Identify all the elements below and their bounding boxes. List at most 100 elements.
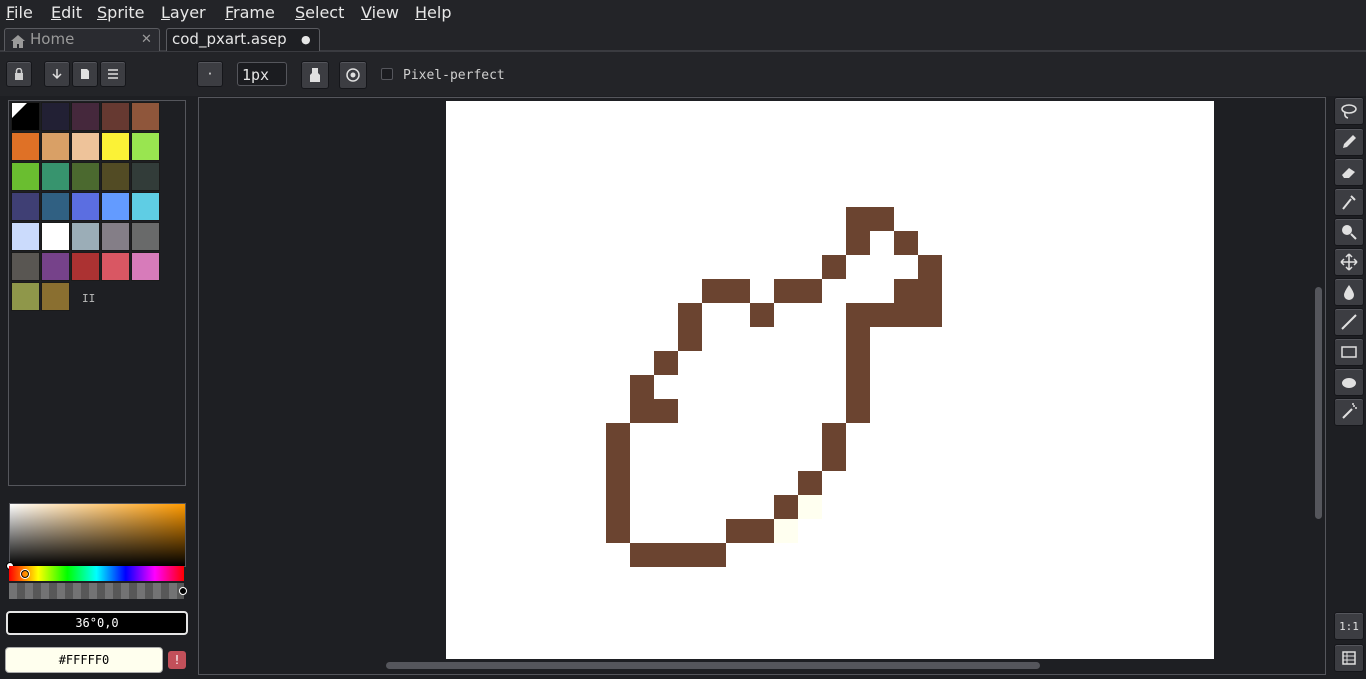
palette-swatch[interactable] bbox=[11, 102, 40, 131]
palette-swatch[interactable] bbox=[131, 192, 160, 221]
palette-swatch[interactable] bbox=[101, 162, 130, 191]
palette-swatch[interactable] bbox=[131, 162, 160, 191]
fill-icon[interactable] bbox=[1334, 278, 1364, 306]
sprite-pixel bbox=[654, 399, 678, 423]
palette-swatch[interactable] bbox=[41, 192, 70, 221]
menu-frame[interactable]: Frame bbox=[225, 3, 275, 22]
sprite-pixel bbox=[654, 543, 678, 567]
palette-swatch[interactable] bbox=[131, 222, 160, 251]
menu-select[interactable]: Select bbox=[295, 3, 344, 22]
sprite-pixel bbox=[846, 327, 870, 351]
sprite-pixel bbox=[630, 399, 654, 423]
palette-swatch[interactable] bbox=[11, 282, 40, 311]
sprite-pixel bbox=[918, 255, 942, 279]
palette-swatch[interactable] bbox=[101, 252, 130, 281]
hue-cursor[interactable] bbox=[20, 569, 30, 579]
sprite-pixel bbox=[894, 231, 918, 255]
palette-swatch[interactable] bbox=[41, 102, 70, 131]
ink-icon[interactable] bbox=[301, 61, 329, 89]
menu-file[interactable]: File bbox=[6, 3, 33, 22]
hsv-value-field[interactable]: 36°0,0 bbox=[6, 611, 188, 635]
warning-icon[interactable]: ! bbox=[168, 651, 186, 669]
home-icon bbox=[11, 33, 25, 54]
pixel-perfect-label: Pixel-perfect bbox=[403, 68, 505, 83]
menu-sprite[interactable]: Sprite bbox=[97, 3, 144, 22]
menu-layer[interactable]: Layer bbox=[161, 3, 206, 22]
tab-home-close-icon[interactable]: ✕ bbox=[141, 29, 152, 50]
spray-icon[interactable] bbox=[1334, 398, 1364, 426]
timeline-icon[interactable] bbox=[1334, 644, 1364, 672]
palette-swatch[interactable] bbox=[11, 252, 40, 281]
palette-swatch[interactable] bbox=[101, 102, 130, 131]
lock-icon[interactable] bbox=[6, 61, 32, 87]
blob-icon[interactable] bbox=[1334, 368, 1364, 396]
tab-cod-pxart[interactable]: cod_pxart.asep ● bbox=[166, 28, 320, 51]
sprite-pixel bbox=[846, 207, 870, 231]
sprite-pixel bbox=[606, 423, 630, 447]
sprite-canvas[interactable] bbox=[446, 101, 1214, 659]
palette-swatch[interactable] bbox=[71, 252, 100, 281]
palette-resize-handle[interactable]: II bbox=[82, 292, 95, 305]
palette-swatch[interactable] bbox=[41, 162, 70, 191]
sprite-pixel bbox=[774, 519, 798, 543]
brush-shape-button[interactable]: · bbox=[197, 61, 223, 87]
sprite-pixel bbox=[726, 519, 750, 543]
palette-swatch[interactable] bbox=[101, 192, 130, 221]
eyedropper-icon[interactable] bbox=[1334, 188, 1364, 216]
menu-lines-icon[interactable] bbox=[100, 61, 126, 87]
hue-slider[interactable] bbox=[9, 566, 184, 581]
palette-swatch[interactable] bbox=[41, 282, 70, 311]
pencil-icon[interactable] bbox=[1334, 128, 1364, 156]
pen-size-field[interactable]: 1px bbox=[237, 62, 287, 86]
palette-swatch[interactable] bbox=[41, 252, 70, 281]
document-icon[interactable] bbox=[72, 61, 98, 87]
arrow-down-icon[interactable] bbox=[44, 61, 70, 87]
palette-swatch[interactable] bbox=[41, 222, 70, 251]
saturation-value-picker[interactable] bbox=[9, 503, 186, 567]
palette-swatch[interactable] bbox=[11, 192, 40, 221]
palette-swatch[interactable] bbox=[41, 132, 70, 161]
eraser-icon[interactable] bbox=[1334, 158, 1364, 186]
hex-color-field[interactable]: #FFFFF0 bbox=[5, 647, 163, 673]
sprite-pixel bbox=[894, 303, 918, 327]
symmetry-icon[interactable] bbox=[339, 61, 367, 89]
sprite-pixel bbox=[822, 447, 846, 471]
sprite-pixel bbox=[798, 279, 822, 303]
palette-swatch[interactable] bbox=[71, 192, 100, 221]
palette-swatch[interactable] bbox=[11, 222, 40, 251]
zoom-one-to-one-button[interactable]: 1:1 bbox=[1334, 612, 1364, 640]
alpha-slider[interactable] bbox=[9, 583, 184, 599]
sprite-pixel bbox=[606, 495, 630, 519]
sprite-pixel bbox=[678, 327, 702, 351]
sprite-pixel bbox=[678, 543, 702, 567]
sprite-pixel bbox=[606, 447, 630, 471]
palette-swatch[interactable] bbox=[131, 102, 160, 131]
palette-swatch[interactable] bbox=[71, 222, 100, 251]
horizontal-scrollbar[interactable] bbox=[386, 662, 1040, 669]
pixel-perfect-checkbox[interactable] bbox=[381, 68, 393, 80]
zoom-icon[interactable] bbox=[1334, 218, 1364, 246]
palette-swatch[interactable] bbox=[11, 162, 40, 191]
menu-view[interactable]: View bbox=[361, 3, 399, 22]
tab-home[interactable]: Home ✕ bbox=[4, 28, 160, 51]
palette-swatch[interactable] bbox=[71, 132, 100, 161]
alpha-cursor[interactable] bbox=[179, 587, 187, 595]
sprite-pixel bbox=[750, 519, 774, 543]
sprite-pixel bbox=[822, 255, 846, 279]
palette-swatch[interactable] bbox=[101, 222, 130, 251]
palette-swatch[interactable] bbox=[71, 102, 100, 131]
modified-dot-icon[interactable]: ● bbox=[301, 29, 311, 50]
palette-swatch[interactable] bbox=[101, 132, 130, 161]
sprite-pixel bbox=[702, 543, 726, 567]
menu-edit[interactable]: Edit bbox=[51, 3, 82, 22]
palette-swatch[interactable] bbox=[131, 252, 160, 281]
move-icon[interactable] bbox=[1334, 248, 1364, 276]
line-icon[interactable] bbox=[1334, 308, 1364, 336]
palette-swatch[interactable] bbox=[11, 132, 40, 161]
palette-swatch[interactable] bbox=[71, 162, 100, 191]
lasso-icon[interactable] bbox=[1334, 97, 1364, 125]
palette-swatch[interactable] bbox=[131, 132, 160, 161]
rectangle-icon[interactable] bbox=[1334, 338, 1364, 366]
vertical-scrollbar[interactable] bbox=[1315, 287, 1322, 519]
menu-help[interactable]: Help bbox=[415, 3, 451, 22]
